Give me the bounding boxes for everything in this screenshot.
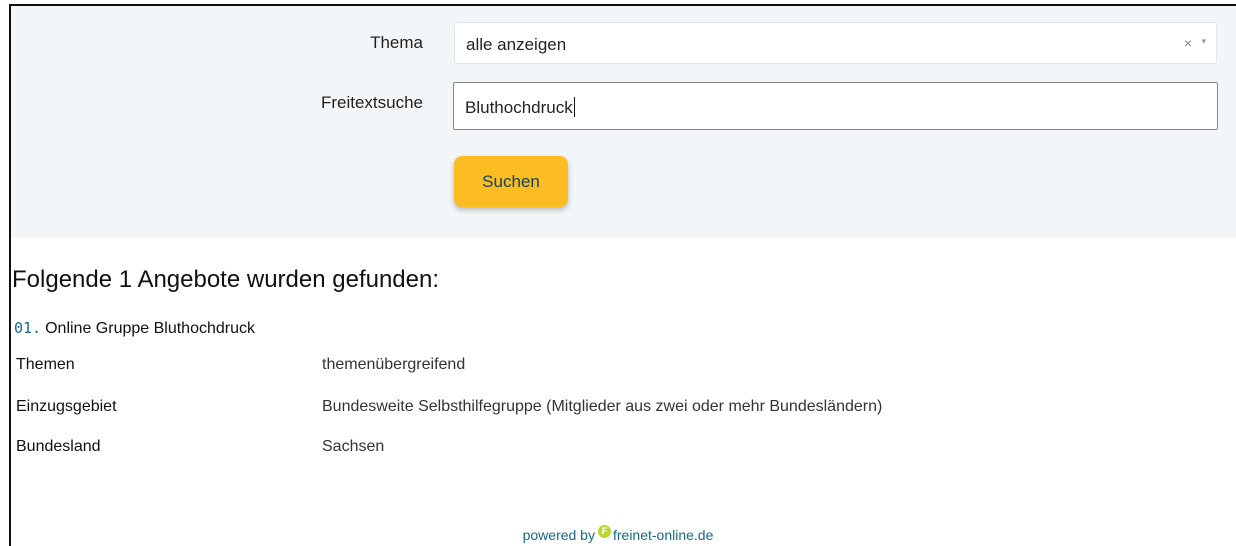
topic-label: Thema [370, 33, 423, 52]
search-button[interactable]: Suchen [454, 156, 568, 207]
topic-select[interactable]: alle anzeigen × ▾ [454, 22, 1217, 64]
result-field-label: Bundesland [16, 438, 101, 455]
freinet-logo-icon: F [597, 525, 611, 538]
footer-prefix: powered by [522, 527, 595, 543]
result-title-text[interactable]: Online Gruppe Bluthochdruck [45, 320, 255, 337]
result-field-value: themenübergreifend [322, 356, 466, 373]
text-caret [573, 97, 575, 117]
result-field-value: Bundesweite Selbsthilfegruppe (Mitgliede… [322, 398, 883, 415]
freetext-label: Freitextsuche [320, 93, 423, 112]
result-title[interactable]: 01. Online Gruppe Bluthochdruck [14, 319, 255, 338]
freetext-search-input[interactable]: Bluthochdruck [453, 82, 1218, 130]
freetext-search-value: Bluthochdruck [465, 97, 575, 117]
result-number: 01. [14, 319, 42, 337]
clear-icon[interactable]: × [1184, 35, 1192, 51]
chevron-down-icon[interactable]: ▾ [1201, 36, 1206, 47]
results-heading: Folgende 1 Angebote wurden gefunden: [12, 266, 440, 293]
result-field-label: Themen [16, 356, 75, 373]
footer: powered by Ffreinet-online.de [0, 525, 1236, 543]
result-field-value: Sachsen [322, 438, 385, 455]
topic-select-value: alle anzeigen [466, 35, 567, 54]
footer-site-link[interactable]: freinet-online.de [613, 527, 713, 543]
result-field-label: Einzugsgebiet [16, 398, 117, 415]
